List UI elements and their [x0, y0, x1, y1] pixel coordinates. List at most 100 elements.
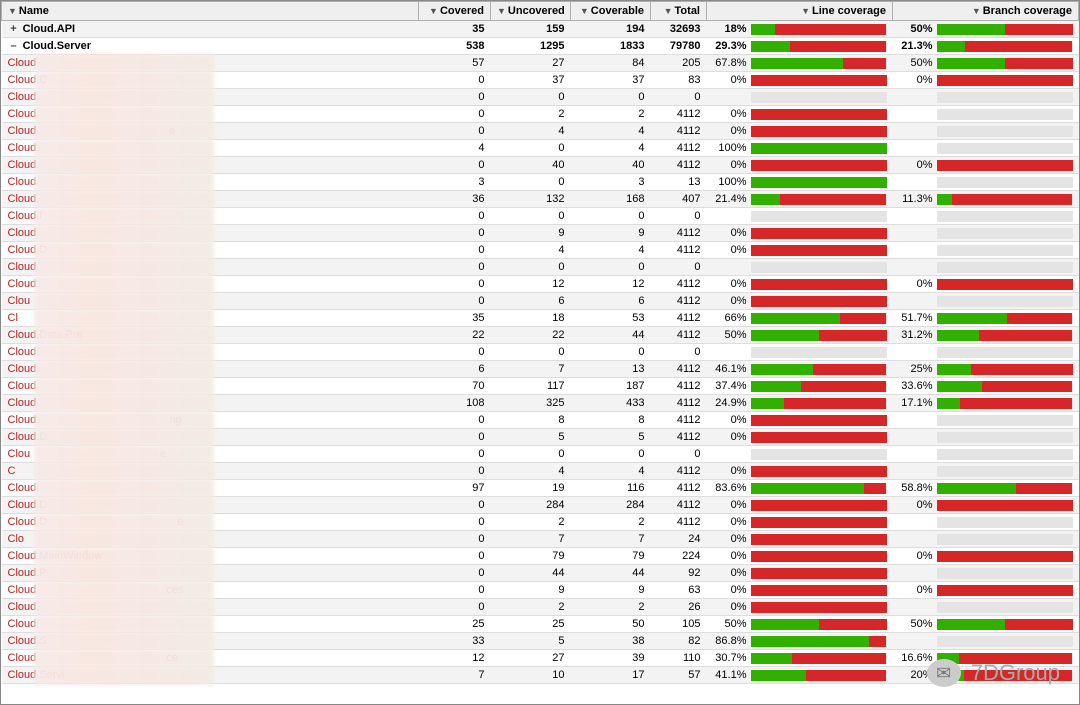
class-link[interactable]: Clo [8, 533, 25, 545]
col-branch[interactable]: ▼Branch coverage [893, 2, 1079, 21]
class-link[interactable]: Cloud [8, 652, 37, 664]
table-row[interactable]: Cloud57278420567.8%50% [2, 55, 1079, 72]
table-row[interactable]: C04441120% [2, 463, 1079, 480]
class-link[interactable]: Cloud [8, 618, 37, 630]
class-link[interactable]: Cloud. [8, 414, 40, 426]
assembly-name[interactable]: Cloud.Server [23, 40, 91, 52]
table-row[interactable]: Cloud.0000 [2, 89, 1079, 106]
table-row[interactable]: Cloud.70117187411237.4%33.6% [2, 378, 1079, 395]
class-link[interactable]: Cloud.MainWindow [8, 550, 103, 562]
class-link[interactable]: Cloud [8, 584, 37, 596]
table-row[interactable]: Cloudce12273911030.7%16.6% [2, 650, 1079, 667]
class-link[interactable]: Cloud. [8, 482, 40, 494]
table-row[interactable]: Cloud.C03737830%0% [2, 72, 1079, 89]
col-covered[interactable]: ▼Covered [419, 2, 491, 21]
table-row[interactable]: Cloud25255010550%50% [2, 616, 1079, 633]
col-name[interactable]: ▼Name [2, 2, 419, 21]
table-row[interactable]: Cloud.MainWindow079792240%0% [2, 548, 1079, 565]
total-value: 110 [651, 650, 707, 667]
table-row[interactable]: Cloud.108325433411224.9%17.1% [2, 395, 1079, 412]
expand-icon[interactable]: – [8, 40, 20, 52]
table-row[interactable]: Cloud.D04441120% [2, 242, 1079, 259]
class-link[interactable]: Cloud.Servi [8, 669, 65, 681]
table-row[interactable]: Clou06641120% [2, 293, 1079, 310]
table-row[interactable]: Cloud.S335388286.8% [2, 633, 1079, 650]
col-total[interactable]: ▼Total [651, 2, 707, 21]
covered-value: 6 [419, 361, 491, 378]
class-link[interactable]: Clou [8, 448, 31, 460]
class-link[interactable]: Cloud. [8, 380, 40, 392]
table-row[interactable]: Cloud.Data.Pre222244411250%31.2% [2, 327, 1079, 344]
class-link[interactable]: Cloud. [8, 142, 40, 154]
col-coverable[interactable]: ▼Coverable [571, 2, 651, 21]
table-row[interactable]: Clo077240% [2, 531, 1079, 548]
table-row[interactable]: Cloudces099630%0% [2, 582, 1079, 599]
col-line[interactable]: ▼Line coverage [707, 2, 893, 21]
uncovered-value: 5 [491, 429, 571, 446]
class-link[interactable]: Cloud.S [8, 635, 47, 647]
table-row[interactable]: Cloud.0404041120%0% [2, 157, 1079, 174]
table-row[interactable]: Cloue0000 [2, 446, 1079, 463]
class-link[interactable]: Clou [8, 295, 31, 307]
table-row[interactable]: Cloud.0000 [2, 344, 1079, 361]
class-link[interactable]: Cloud. [8, 227, 40, 239]
class-link[interactable]: Cloud. [8, 261, 40, 273]
table-row[interactable]: Cloud.ng08841120% [2, 412, 1079, 429]
class-link[interactable]: C [8, 465, 16, 477]
class-link[interactable]: Cloud. [8, 176, 40, 188]
table-row[interactable]: Cloud.e04441120% [2, 123, 1079, 140]
table-row[interactable]: Cloud.D05541120% [2, 429, 1079, 446]
summary-row[interactable]: + Cloud.API351591943269318%50% [2, 21, 1079, 38]
table-row[interactable]: Cloud.30313100% [2, 174, 1079, 191]
class-link[interactable]: Cloud. [8, 193, 40, 205]
class-link[interactable]: Cloud.C [8, 74, 48, 86]
table-row[interactable]: Cloud.02241120% [2, 106, 1079, 123]
table-row[interactable]: Cloud.P04444920% [2, 565, 1079, 582]
table-row[interactable]: Cloud.D028428441120%0% [2, 497, 1079, 514]
total-value: 82 [651, 633, 707, 650]
class-link[interactable]: Cloud. [8, 125, 40, 137]
uncovered-value: 10 [491, 667, 571, 684]
covered-value: 0 [419, 208, 491, 225]
table-row[interactable]: Cloud.0000 [2, 259, 1079, 276]
class-link[interactable]: Cloud.D [8, 499, 48, 511]
expand-icon[interactable]: + [8, 23, 20, 35]
class-link[interactable]: Cloud. [8, 278, 40, 290]
class-link[interactable]: Cloud. [8, 397, 40, 409]
sort-icon: ▼ [580, 6, 589, 16]
class-link[interactable]: Cloud. [8, 363, 40, 375]
class-link[interactable]: Cloud.D [8, 431, 48, 443]
table-row[interactable]: Cloud.022260% [2, 599, 1079, 616]
class-link[interactable]: Cloud.I [8, 210, 43, 222]
table-row[interactable]: Cloud.09941120% [2, 225, 1079, 242]
class-link[interactable]: Cl [8, 312, 18, 324]
col-uncovered[interactable]: ▼Uncovered [491, 2, 571, 21]
sort-icon: ▼ [8, 6, 17, 16]
class-link[interactable]: Cloud. [8, 91, 40, 103]
summary-row[interactable]: – Cloud.Server538129518337978029.3%21.3% [2, 38, 1079, 55]
class-link[interactable]: Cloud.P [8, 567, 47, 579]
class-link[interactable]: Cloud.Data.Pre [8, 329, 83, 341]
class-link[interactable]: Cloud.D [8, 244, 48, 256]
table-row[interactable]: Cloud.0121241120%0% [2, 276, 1079, 293]
table-row[interactable]: Cloud.I0000 [2, 208, 1079, 225]
table-row[interactable]: Cloud.4044112100% [2, 140, 1079, 157]
table-row[interactable]: Cl351853411266%51.7% [2, 310, 1079, 327]
table-row[interactable]: Cloud.6713411246.1%25% [2, 361, 1079, 378]
uncovered-value: 0 [491, 174, 571, 191]
class-link[interactable]: Cloud. [8, 159, 40, 171]
table-row[interactable]: Cloud.3613216840721.4%11.3% [2, 191, 1079, 208]
table-row[interactable]: Cloud.De02241120% [2, 514, 1079, 531]
branch-coverage: 21.3% [893, 38, 1079, 55]
class-link[interactable]: Cloud. [8, 346, 40, 358]
line-coverage: 0% [707, 497, 893, 514]
line-coverage: 0% [707, 157, 893, 174]
total-value: 4112 [651, 293, 707, 310]
class-link[interactable]: Cloud. [8, 601, 40, 613]
class-link[interactable]: Cloud [8, 57, 37, 69]
table-row[interactable]: Cloud.9719116411283.6%58.8% [2, 480, 1079, 497]
class-link[interactable]: Cloud.D [8, 516, 48, 528]
class-link[interactable]: Cloud. [8, 108, 40, 120]
assembly-name[interactable]: Cloud.API [23, 23, 76, 35]
table-row[interactable]: Cloud.Servi710175741.1%20% [2, 667, 1079, 684]
